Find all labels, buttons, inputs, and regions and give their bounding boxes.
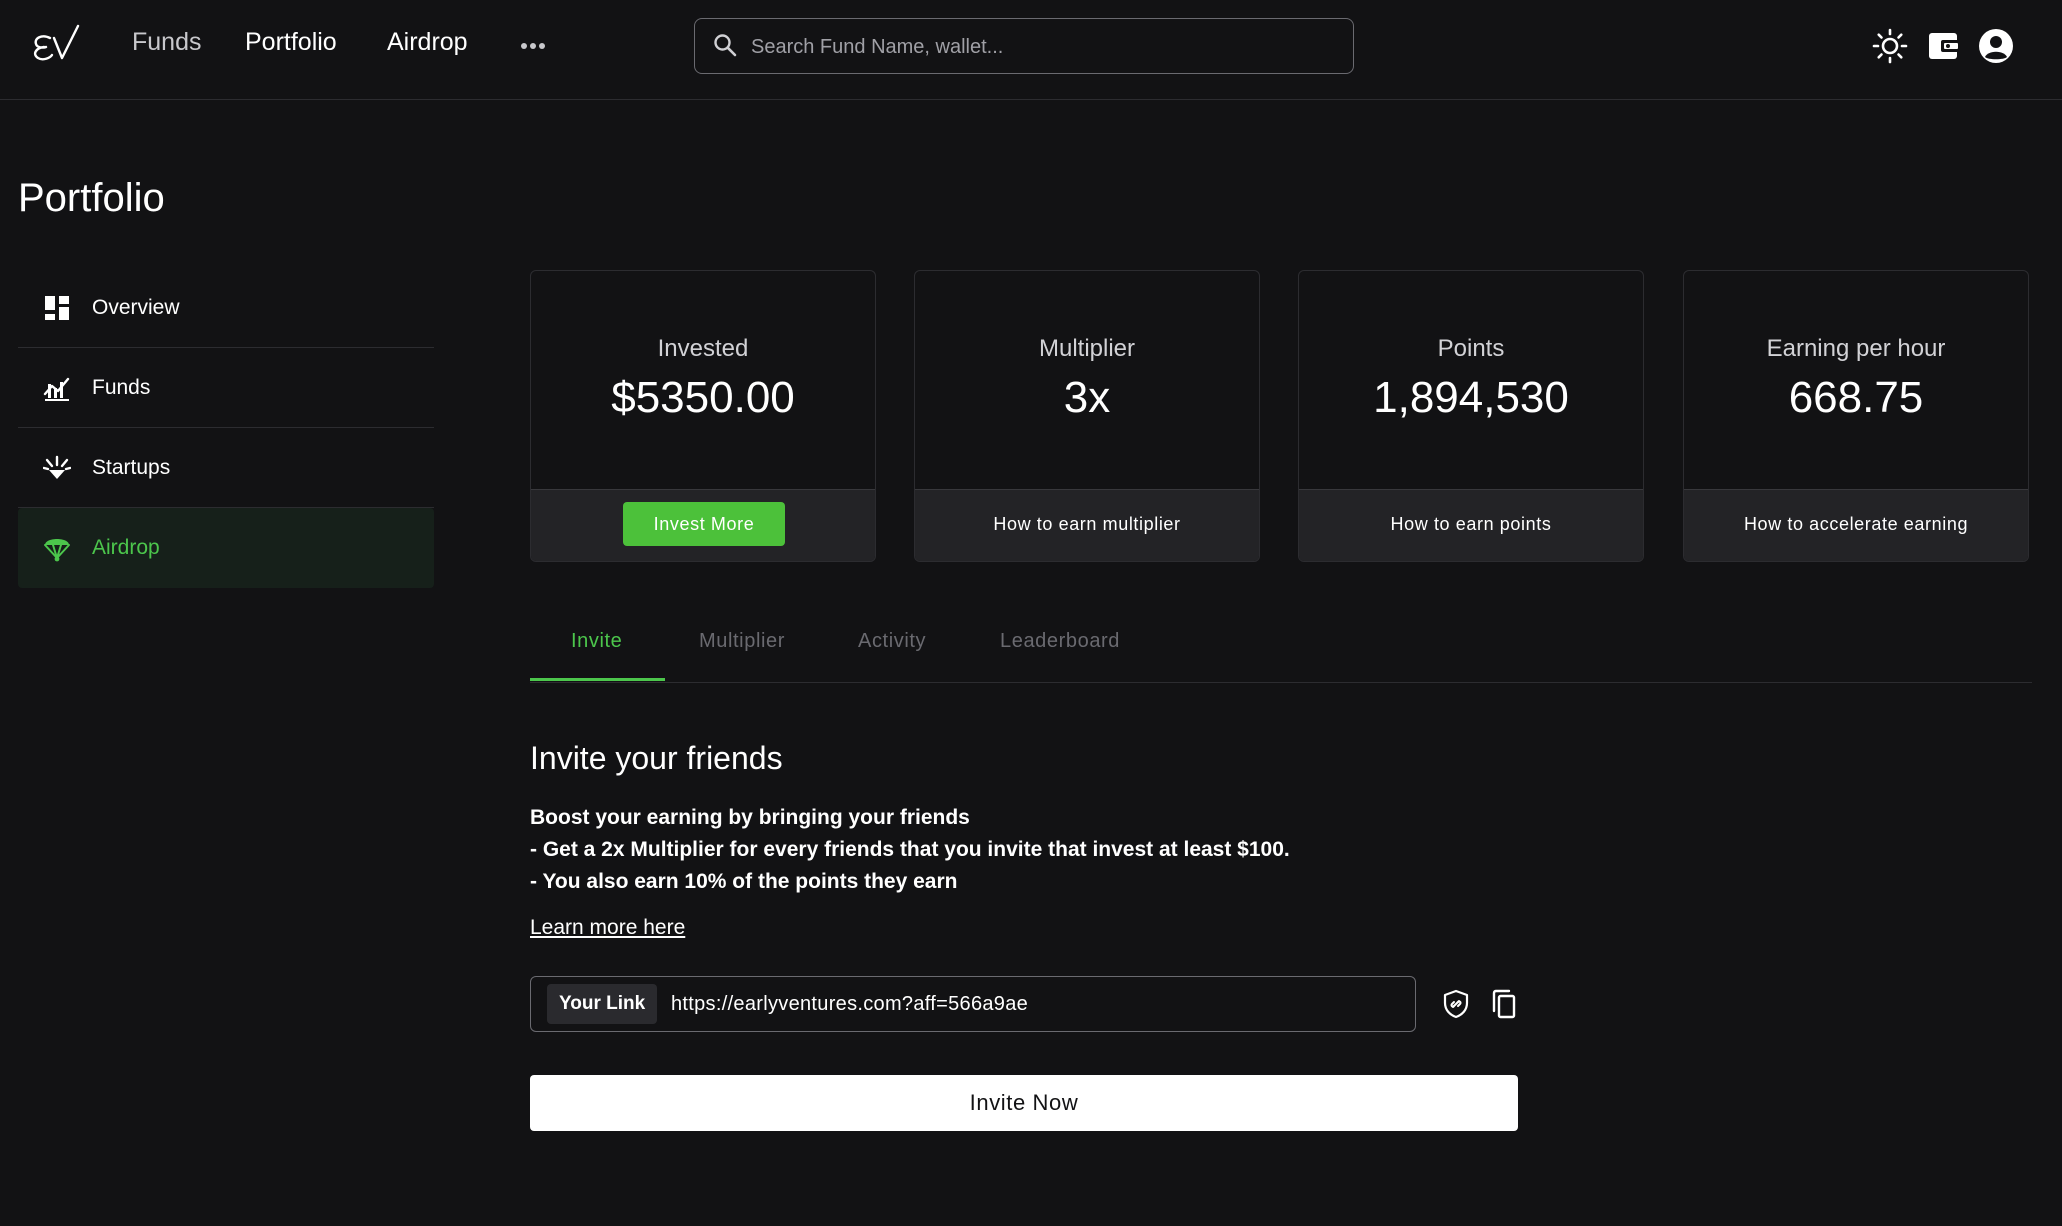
stat-label: Earning per hour bbox=[1766, 335, 1946, 362]
invite-title: Invite your friends bbox=[530, 740, 783, 776]
tab-invite[interactable]: Invite bbox=[571, 630, 622, 653]
referral-link-field[interactable]: Your Link https://earlyventures.com?aff=… bbox=[530, 976, 1416, 1032]
invite-now-button[interactable]: Invite Now bbox=[530, 1075, 1518, 1131]
stat-value: 668.75 bbox=[1788, 373, 1924, 422]
sidebar: Overview Funds Startups Airdrop bbox=[18, 268, 434, 588]
invite-description: Boost your earning by bringing your frie… bbox=[530, 802, 1290, 898]
more-dots-icon[interactable] bbox=[520, 36, 546, 56]
shield-link-icon[interactable] bbox=[1440, 988, 1472, 1020]
how-to-earn-points-link[interactable]: How to earn points bbox=[1299, 514, 1643, 535]
tab-multiplier[interactable]: Multiplier bbox=[699, 630, 785, 653]
stat-card-multiplier: Multiplier 3x How to earn multiplier bbox=[914, 270, 1260, 562]
sidebar-item-airdrop[interactable]: Airdrop bbox=[18, 508, 434, 588]
invite-line: - Get a 2x Multiplier for every friends … bbox=[530, 838, 1290, 861]
nav-funds[interactable]: Funds bbox=[132, 28, 201, 57]
invite-line: Boost your earning by bringing your frie… bbox=[530, 806, 970, 829]
your-link-label: Your Link bbox=[547, 984, 658, 1024]
top-bar: Funds Portfolio Airdrop bbox=[0, 0, 2062, 100]
stat-card-earning-per-hour: Earning per hour 668.75 How to accelerat… bbox=[1683, 270, 2029, 562]
learn-more-link[interactable]: Learn more here bbox=[530, 916, 685, 940]
chart-growth-icon bbox=[42, 373, 72, 403]
tab-leaderboard[interactable]: Leaderboard bbox=[1000, 630, 1120, 653]
invite-line: - You also earn 10% of the points they e… bbox=[530, 870, 958, 893]
nav-airdrop[interactable]: Airdrop bbox=[387, 28, 468, 57]
sidebar-item-label: Startups bbox=[92, 455, 171, 479]
how-to-earn-multiplier-link[interactable]: How to earn multiplier bbox=[915, 514, 1259, 535]
stat-value: 1,894,530 bbox=[1373, 373, 1569, 422]
page-title: Portfolio bbox=[18, 176, 165, 220]
sidebar-item-label: Funds bbox=[92, 375, 151, 399]
dashboard-grid-icon bbox=[42, 293, 72, 323]
stat-card-footer: Invest More bbox=[531, 489, 875, 561]
airdrop-tabs: Invite Multiplier Activity Leaderboard bbox=[530, 620, 2032, 683]
sidebar-item-startups[interactable]: Startups bbox=[18, 428, 434, 508]
sidebar-item-overview[interactable]: Overview bbox=[18, 268, 434, 348]
stat-value: $5350.00 bbox=[611, 373, 795, 422]
parachute-icon bbox=[42, 533, 72, 563]
stat-label: Invested bbox=[657, 335, 749, 362]
stat-label: Multiplier bbox=[1038, 335, 1136, 362]
stat-card-footer: How to accelerate earning bbox=[1684, 489, 2028, 561]
theme-sun-icon[interactable] bbox=[1872, 28, 1908, 64]
referral-link-url[interactable]: https://earlyventures.com?aff=566a9ae bbox=[671, 993, 1028, 1016]
search-icon bbox=[714, 34, 737, 57]
search-box bbox=[694, 18, 1354, 74]
active-tab-indicator bbox=[530, 678, 665, 681]
nav-portfolio[interactable]: Portfolio bbox=[245, 28, 337, 57]
sidebar-item-label: Overview bbox=[92, 295, 180, 319]
copy-icon[interactable] bbox=[1488, 988, 1520, 1020]
stat-card-invested: Invested $5350.00 Invest More bbox=[530, 270, 876, 562]
tab-activity[interactable]: Activity bbox=[858, 630, 926, 653]
stat-value: 3x bbox=[1063, 373, 1111, 422]
stat-card-points: Points 1,894,530 How to earn points bbox=[1298, 270, 1644, 562]
sidebar-item-funds[interactable]: Funds bbox=[18, 348, 434, 428]
how-to-accelerate-earning-link[interactable]: How to accelerate earning bbox=[1684, 514, 2028, 535]
stat-card-footer: How to earn multiplier bbox=[915, 489, 1259, 561]
wallet-icon[interactable] bbox=[1926, 28, 1962, 64]
stat-card-footer: How to earn points bbox=[1299, 489, 1643, 561]
ev-logo[interactable] bbox=[30, 24, 82, 64]
invest-more-button[interactable]: Invest More bbox=[623, 502, 785, 546]
search-input[interactable] bbox=[749, 29, 1333, 65]
account-icon[interactable] bbox=[1978, 28, 2014, 64]
sidebar-item-label: Airdrop bbox=[92, 536, 160, 559]
stat-label: Points bbox=[1437, 335, 1505, 362]
startups-spark-icon bbox=[42, 453, 72, 483]
